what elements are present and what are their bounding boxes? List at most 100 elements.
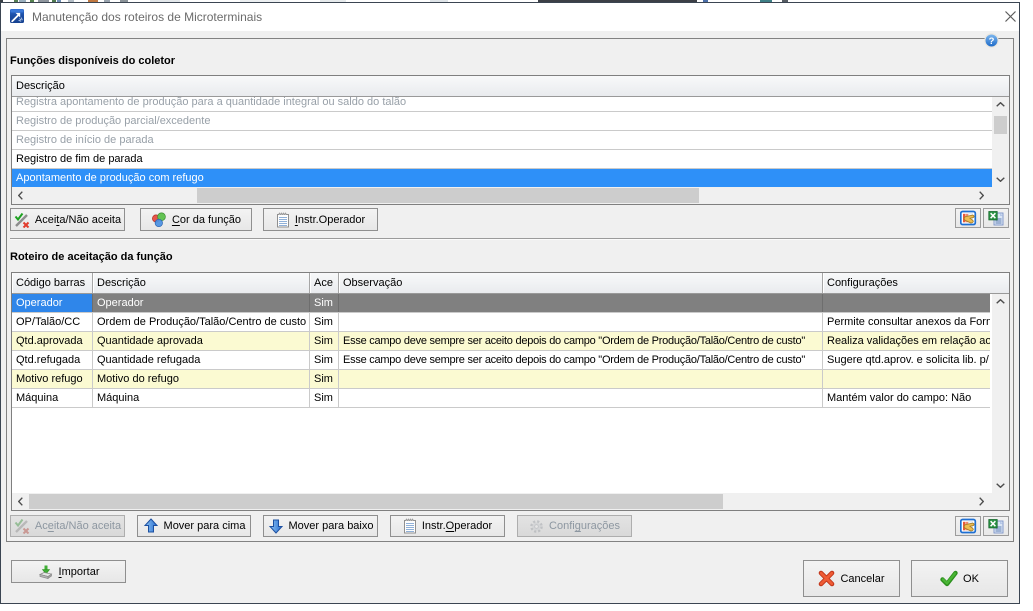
button-label: Mover para cima [164, 520, 246, 532]
grid-cell[interactable]: Sugere qtd.aprov. e solicita lib. p/ [823, 351, 990, 369]
grid-row[interactable]: Motivo refugoMotivo do refugoSim [12, 370, 990, 389]
grid-config-button[interactable] [955, 516, 981, 536]
list-item[interactable]: Registro de produção parcial/excedente [12, 112, 992, 131]
scrollbar-thumb[interactable] [197, 188, 699, 203]
grid-row[interactable]: Qtd.refugadaQuantidade refugadaSimEsse c… [12, 351, 990, 370]
grid-row-selected[interactable]: OperadorOperadorSim [12, 294, 990, 313]
scroll-left-icon[interactable] [12, 493, 29, 510]
cancel-x-icon [818, 570, 835, 587]
export-excel-button[interactable] [983, 516, 1009, 536]
column-header[interactable]: Descrição [93, 273, 310, 293]
grid-cell[interactable] [823, 370, 990, 388]
svg-text:?: ? [989, 36, 995, 47]
help-icon[interactable]: ? [984, 33, 999, 48]
column-header[interactable]: Observação [339, 273, 823, 293]
button-label: Cancelar [840, 573, 884, 585]
grid-cell[interactable]: Mantém valor do campo: Não [823, 389, 990, 407]
grid-cell[interactable]: Operador [12, 294, 93, 312]
scrollbar-thumb[interactable] [994, 116, 1007, 134]
grid-cell[interactable]: Quantidade refugada [93, 351, 310, 369]
accept-reject-button[interactable]: Aceita/Não aceita [10, 208, 125, 231]
button-label: Configurações [549, 520, 620, 532]
grid-cell[interactable]: Máquina [93, 389, 310, 407]
close-icon [1004, 10, 1017, 23]
export-excel-button[interactable] [983, 208, 1009, 228]
arrow-down-icon [268, 518, 284, 534]
functions-vertical-scrollbar[interactable] [992, 97, 1009, 187]
accept-reject-button-disabled[interactable]: Aceita/Não aceita [10, 515, 125, 537]
grid-cell[interactable]: Quantidade aprovada [93, 332, 310, 350]
grid-cell[interactable]: Operador [93, 294, 310, 312]
grid-cell[interactable]: Sim [310, 370, 339, 388]
button-label: Mover para baixo [289, 520, 374, 532]
grid-cell[interactable] [339, 370, 823, 388]
notepad-icon [403, 518, 417, 534]
grid-cell[interactable]: Sim [310, 332, 339, 350]
section1-label: Funções disponíveis do coletor [10, 55, 175, 67]
cancel-button[interactable]: Cancelar [803, 560, 900, 597]
import-tray-icon [38, 564, 54, 580]
excel-export-icon [988, 210, 1004, 226]
acceptance-grid: Código barras Descrição Ace Observação C… [11, 272, 1010, 511]
notepad-icon [276, 212, 290, 228]
move-up-button[interactable]: Mover para cima [137, 515, 251, 537]
color-palette-icon [151, 212, 167, 228]
import-button[interactable]: Importar [11, 560, 126, 583]
grid-config-button[interactable] [955, 208, 981, 228]
function-color-button[interactable]: Cor da função [140, 208, 252, 231]
ok-button[interactable]: OK [911, 560, 1008, 597]
grid-row[interactable]: OP/Talão/CCOrdem de Produção/Talão/Centr… [12, 313, 990, 332]
functions-list-rows: Registra apontamento de produção para a … [12, 97, 992, 187]
scroll-right-icon[interactable] [973, 493, 990, 510]
list-item-selected[interactable]: Apontamento de produção com refugo [12, 169, 992, 187]
grid-cell[interactable] [339, 389, 823, 407]
grid-cell[interactable]: Máquina [12, 389, 93, 407]
scroll-up-icon[interactable] [992, 294, 1009, 309]
excel-export-icon [988, 518, 1004, 534]
list-item[interactable]: Registro de início de parada [12, 131, 992, 150]
column-header[interactable]: Ace [310, 273, 339, 293]
grid-cell[interactable]: Sim [310, 313, 339, 331]
list-item[interactable]: Registra apontamento de produção para a … [12, 97, 992, 112]
grid-cell[interactable] [339, 294, 823, 312]
grid-horizontal-scrollbar[interactable] [12, 493, 990, 510]
scroll-down-icon[interactable] [992, 478, 1009, 493]
scroll-up-icon[interactable] [992, 97, 1009, 112]
grid-row[interactable]: MáquinaMáquinaSimMantém valor do campo: … [12, 389, 990, 408]
grid-cell[interactable] [823, 294, 990, 312]
grid-cell[interactable]: Motivo refugo [12, 370, 93, 388]
functions-horizontal-scrollbar[interactable] [12, 187, 990, 204]
close-button[interactable] [996, 3, 1024, 30]
scroll-down-icon[interactable] [992, 172, 1009, 187]
operator-instructions-button[interactable]: Instr.Operador [263, 208, 378, 231]
grid-cell[interactable]: Qtd.aprovada [12, 332, 93, 350]
settings-button-disabled[interactable]: Configurações [517, 515, 632, 537]
grid-row[interactable]: Qtd.aprovadaQuantidade aprovadaSimEsse c… [12, 332, 990, 351]
scrollbar-thumb[interactable] [29, 494, 723, 509]
grid-cell[interactable]: Motivo do refugo [93, 370, 310, 388]
grid-cell[interactable]: Sim [310, 351, 339, 369]
operator-instructions-button[interactable]: Instr.Operador [390, 515, 505, 537]
dialog-title: Manutenção dos roteiros de Microterminai… [32, 10, 262, 24]
grid-cell[interactable] [339, 313, 823, 331]
grid-cell[interactable]: Esse campo deve sempre ser aceito depois… [339, 351, 823, 369]
section2-label: Roteiro de aceitação da função [10, 251, 173, 263]
grid-cell[interactable]: Realiza validações em relação ao t [823, 332, 990, 350]
grid-cell[interactable]: OP/Talão/CC [12, 313, 93, 331]
accept-reject-icon [14, 212, 30, 228]
grid-config-icon [960, 210, 977, 226]
grid-cell[interactable]: Qtd.refugada [12, 351, 93, 369]
list-item[interactable]: Registro de fim de parada [12, 150, 992, 169]
column-header[interactable]: Configurações [823, 273, 1009, 293]
grid-cell[interactable]: Esse campo deve sempre ser aceito depois… [339, 332, 823, 350]
scroll-right-icon[interactable] [973, 187, 990, 204]
column-header[interactable]: Código barras [12, 273, 93, 293]
scrollbar-corner [990, 187, 1009, 204]
grid-cell[interactable]: Sim [310, 389, 339, 407]
scroll-left-icon[interactable] [12, 187, 29, 204]
grid-cell[interactable]: Sim [310, 294, 339, 312]
move-down-button[interactable]: Mover para baixo [263, 515, 378, 537]
grid-cell[interactable]: Permite consultar anexos da Form [823, 313, 990, 331]
grid-cell[interactable]: Ordem de Produção/Talão/Centro de custo [93, 313, 310, 331]
grid-vertical-scrollbar[interactable] [992, 294, 1009, 493]
